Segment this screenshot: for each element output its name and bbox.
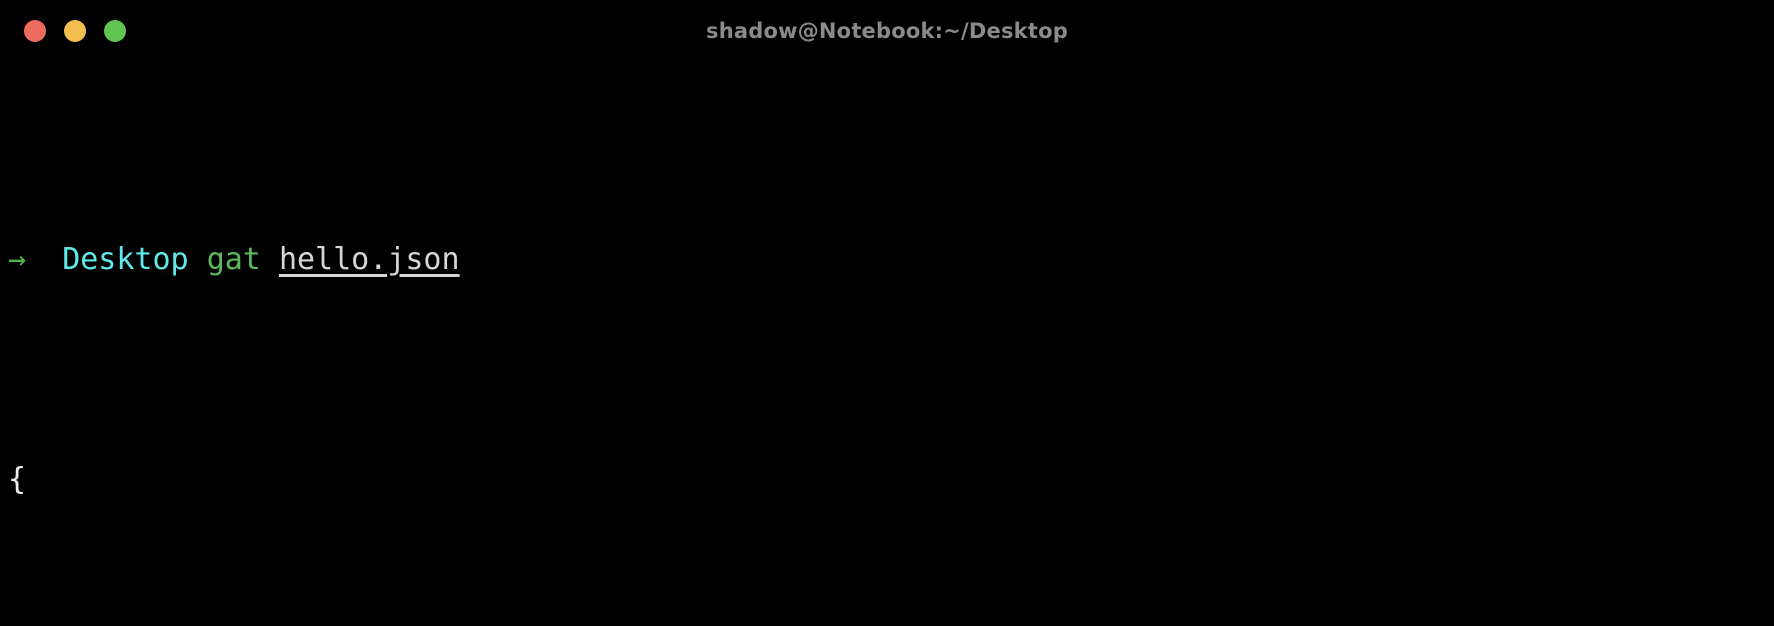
terminal-output-area[interactable]: → Desktop gat hello.json { "name": "gat"…	[0, 62, 1774, 626]
prompt-directory: Desktop	[62, 242, 189, 277]
window-title: shadow@Notebook:~/Desktop	[706, 19, 1068, 43]
maximize-button[interactable]	[104, 20, 126, 42]
json-brace-open-line: {	[8, 458, 1774, 502]
prompt-arrow-icon: →	[8, 242, 27, 277]
traffic-light-group	[24, 20, 126, 42]
command-argument-filename: hello.json	[278, 242, 460, 277]
close-button[interactable]	[24, 20, 46, 42]
window-titlebar[interactable]: shadow@Notebook:~/Desktop	[0, 0, 1774, 62]
terminal-window: shadow@Notebook:~/Desktop → Desktop gat …	[0, 0, 1774, 626]
json-brace-open: {	[8, 462, 27, 497]
command-line: → Desktop gat hello.json	[8, 238, 1774, 282]
command-name: gat	[206, 242, 261, 277]
minimize-button[interactable]	[64, 20, 86, 42]
